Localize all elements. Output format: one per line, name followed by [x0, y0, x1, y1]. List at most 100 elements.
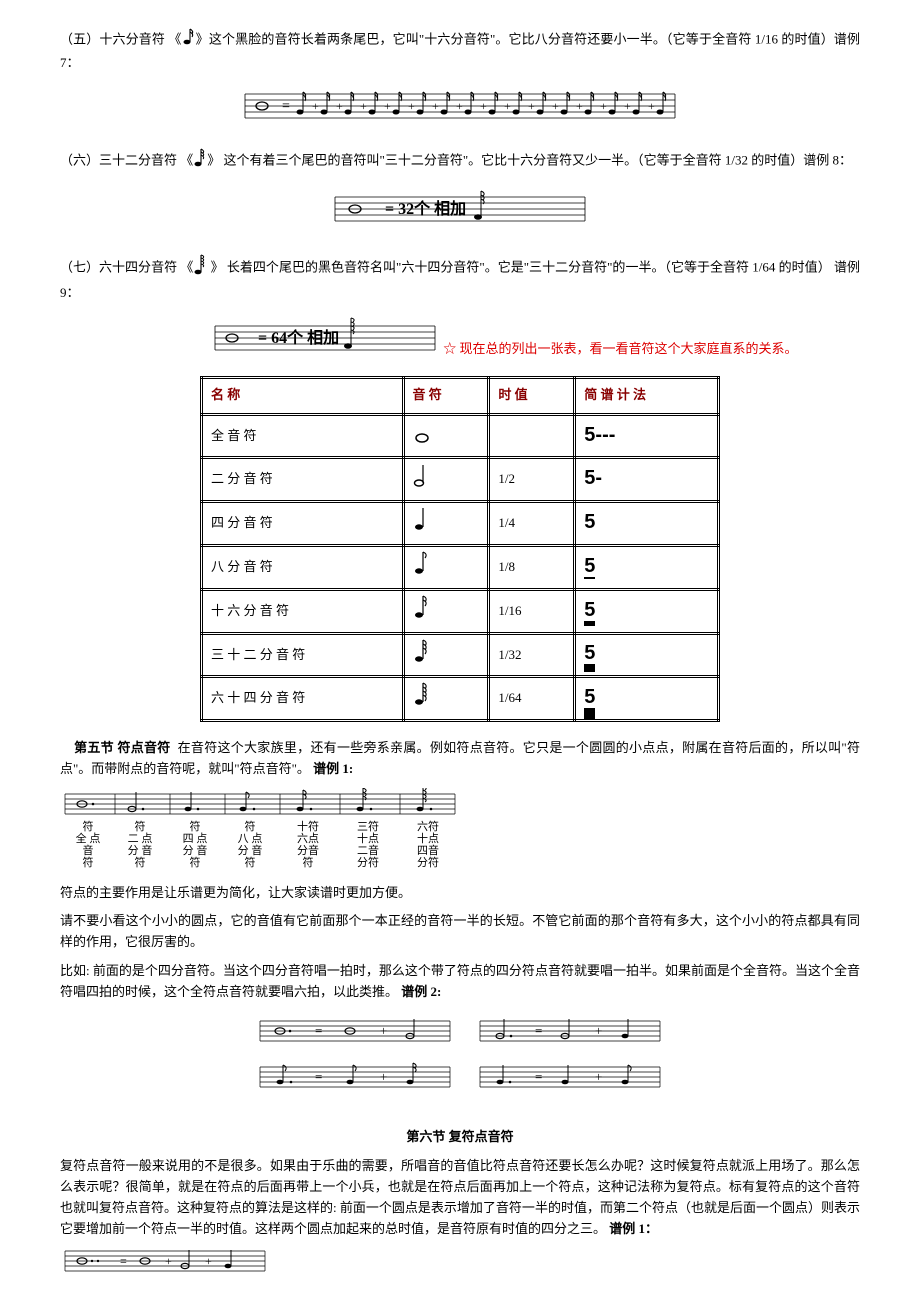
staff-example-9: = 64个 相加 ☆ 现在总的列出一张表，看一看音符这个大家庭直系的关系。 — [60, 316, 860, 360]
svg-text:分音: 分音 — [297, 843, 319, 857]
svg-text:分符: 分符 — [357, 856, 379, 868]
svg-text:全 点: 全 点 — [76, 831, 101, 845]
svg-text:符: 符 — [190, 856, 201, 868]
svg-text:符: 符 — [303, 856, 314, 868]
dot-explain-1: 符点的主要作用是让乐谱更为简化，让大家读谱时更加方便。 — [60, 883, 860, 904]
cell-symbol — [403, 589, 489, 633]
svg-text:符: 符 — [83, 820, 94, 833]
label-ex2: 谱例 2: — [401, 984, 441, 999]
section-double-text: 复符点音符一般来说用的不是很多。如果由于乐曲的需要，所唱音的音值比符点音符还要长… — [60, 1156, 860, 1239]
svg-text:+: + — [165, 1254, 172, 1268]
cell-duration — [489, 414, 575, 458]
section-6-para: （六）三十二分音符 《》 这个有着三个尾巴的音符叫"三十二分音符"。它比十六分音… — [60, 148, 860, 175]
svg-text:+: + — [595, 1069, 602, 1084]
table-row: 八 分 音 符 1/8 5 — [202, 545, 719, 589]
staff8-text: = 32个 相加 — [385, 199, 466, 218]
table-row: 二 分 音 符 1/2 5- — [202, 458, 719, 502]
svg-text:符: 符 — [245, 820, 256, 833]
cell-jianpu: 5 — [575, 677, 719, 721]
svg-text:四音: 四音 — [417, 843, 439, 857]
cell-duration: 1/4 — [489, 502, 575, 546]
staff-dotted-example-2: = + = + = + = + — [60, 1015, 860, 1112]
svg-text:八 点: 八 点 — [238, 832, 263, 845]
section-7-para: （七）六十四分音符 《 》 长着四个尾巴的黑色音符名叫"六十四分音符"。它是"三… — [60, 254, 860, 304]
svg-text:=: = — [315, 1069, 322, 1084]
svg-text:+: + — [432, 99, 439, 113]
svg-text:十符: 十符 — [297, 819, 319, 833]
section-5-desc: 这个黑脸的音符长着两条尾巴，它叫"十六分音符"。它比八分音符还要小一半。（它等于… — [60, 31, 860, 69]
dot-explain-3: 比如: 前面的是个四分音符。当这个四分音符唱一拍时，那么这个带了符点的四分符点音… — [60, 961, 860, 1003]
cell-symbol — [403, 633, 489, 677]
svg-text:十点: 十点 — [417, 831, 439, 845]
section-dot-heading: 第五节 符点音符 — [74, 740, 170, 755]
note-table: 名 称 音 符 时 值 简 谱 计 法 全 音 符 5--- 二 分 音 符 1… — [200, 376, 720, 723]
staff-dotted-example: 符全 点音符 符二 点分 音符 符四 点分 音符 符八 点分 音符 十符六点分音… — [60, 788, 860, 875]
cell-jianpu: 5 — [575, 589, 719, 633]
cell-name: 全 音 符 — [202, 414, 404, 458]
cell-duration: 1/32 — [489, 633, 575, 677]
table-row: 十 六 分 音 符 1/16 5 — [202, 589, 719, 633]
section-7-title: （七）六十四分音符 — [60, 259, 177, 274]
svg-text:六点: 六点 — [297, 832, 319, 845]
section-5-para: （五）十六分音符 《》这个黑脸的音符长着两条尾巴，它叫"十六分音符"。它比八分音… — [60, 28, 860, 74]
cell-jianpu: 5 — [575, 545, 719, 589]
sixtyfourth-note-icon — [193, 254, 207, 283]
svg-text:+: + — [576, 99, 583, 113]
double-ex-label: 谱例 1： — [609, 1221, 658, 1236]
cell-symbol — [403, 545, 489, 589]
cell-duration: 1/16 — [489, 589, 575, 633]
svg-text:音: 音 — [83, 843, 94, 857]
svg-text:=: = — [535, 1069, 542, 1084]
cell-jianpu: 5 — [575, 633, 719, 677]
svg-text:+: + — [380, 1023, 387, 1038]
svg-text:+: + — [456, 99, 463, 113]
section-7-desc: 长着四个尾巴的黑色音符名叫"六十四分音符"。它是"三十二分音符"的一半。（它等于… — [60, 259, 860, 299]
label-ex1: 谱例 1: — [313, 761, 353, 776]
svg-text:分 音: 分 音 — [183, 843, 208, 857]
svg-text:+: + — [600, 99, 607, 113]
svg-text:符: 符 — [135, 856, 146, 868]
svg-text:+: + — [528, 99, 535, 113]
thirtysecond-note-icon — [193, 148, 207, 175]
section-6-title: （六）三十二分音符 — [60, 153, 177, 168]
th-name: 名 称 — [202, 377, 404, 414]
cell-symbol — [403, 502, 489, 546]
summary-line: ☆ 现在总的列出一张表，看一看音符这个大家庭直系的关系。 — [443, 341, 797, 356]
th-symbol: 音 符 — [403, 377, 489, 414]
svg-text:=: = — [282, 99, 290, 114]
svg-text:=: = — [535, 1023, 542, 1038]
svg-text:+: + — [312, 99, 319, 113]
svg-text:六符: 六符 — [417, 820, 439, 833]
svg-text:三符: 三符 — [357, 820, 379, 833]
cell-symbol — [403, 677, 489, 721]
th-jianpu: 简 谱 计 法 — [575, 377, 719, 414]
svg-text:+: + — [504, 99, 511, 113]
cell-name: 八 分 音 符 — [202, 545, 404, 589]
svg-text:+: + — [384, 99, 391, 113]
svg-text:=: = — [315, 1023, 322, 1038]
cell-duration: 1/64 — [489, 677, 575, 721]
svg-text:+: + — [552, 99, 559, 113]
svg-text:二音: 二音 — [357, 843, 379, 857]
svg-text:=: = — [120, 1254, 127, 1268]
section-double-heading: 第六节 复符点音符 — [60, 1127, 860, 1148]
cell-symbol — [403, 458, 489, 502]
cell-duration: 1/8 — [489, 545, 575, 589]
svg-text:+: + — [380, 1069, 387, 1084]
staff9-text: = 64个 相加 — [258, 328, 339, 347]
svg-text:分 音: 分 音 — [128, 843, 153, 857]
svg-text:+: + — [648, 99, 655, 113]
svg-text:四 点: 四 点 — [183, 832, 208, 845]
dot-explain-2: 请不要小看这个小小的圆点，它的音值有它前面那个一本正经的音符一半的长短。不管它前… — [60, 911, 860, 953]
cell-name: 十 六 分 音 符 — [202, 589, 404, 633]
svg-text:符: 符 — [245, 856, 256, 868]
svg-text:+: + — [408, 99, 415, 113]
section-dot-para: 第五节 符点音符 在音符这个大家族里，还有一些旁系亲属。例如符点音符。它只是一个… — [60, 738, 860, 780]
svg-text:+: + — [336, 99, 343, 113]
svg-text:+: + — [205, 1254, 212, 1268]
cell-symbol — [403, 414, 489, 458]
cell-jianpu: 5 — [575, 502, 719, 546]
svg-text:符: 符 — [190, 820, 201, 833]
section-5-title: （五）十六分音符 — [60, 31, 165, 46]
section-6-desc: 这个有着三个尾巴的音符叫"三十二分音符"。它比十六分音符又少一半。（它等于全音符… — [224, 153, 852, 168]
